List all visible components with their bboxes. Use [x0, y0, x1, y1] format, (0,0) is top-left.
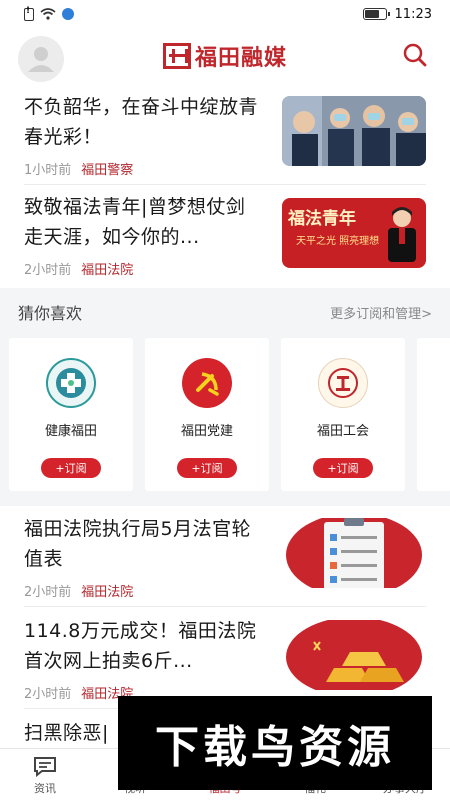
subscription-name: 福田工会 — [316, 424, 369, 439]
logo-mark-icon — [162, 43, 191, 69]
news-title: 不负韶华，在奋斗中绽放青春光彩！ — [24, 96, 259, 148]
news-item[interactable]: 114.8万元成交！福田法院首次网上拍卖6斤... 2小时前 福田法院 — [24, 616, 426, 702]
news-text: 114.8万元成交！福田法院首次网上拍卖6斤... 2小时前 福田法院 — [24, 616, 264, 702]
news-time: 1小时前 — [24, 163, 72, 178]
news-time: 2小时前 — [24, 585, 72, 600]
recommend-section: 猜你喜欢 更多订阅和管理> 健康福田 +订阅 福田党建 +订阅 福田工会 +订阅 — [0, 288, 450, 506]
status-bar: 11:23 — [0, 0, 450, 28]
app-logo: 福田融媒 — [162, 40, 287, 72]
news-meta: 2小时前 福田法院 — [24, 581, 264, 600]
chat-icon — [34, 757, 56, 777]
subscribe-button[interactable]: +订阅 — [313, 458, 373, 478]
divider — [24, 606, 426, 607]
more-subscriptions-link[interactable]: 更多订阅和管理> — [330, 303, 432, 322]
watermark-overlay: 下载鸟资源 — [118, 696, 432, 790]
gold-bars-image — [286, 620, 422, 690]
police-photo-image — [282, 96, 426, 166]
news-text: 不负韶华，在奋斗中绽放青春光彩！ 1小时前 福田警察 — [24, 92, 264, 178]
subscription-name: 健康福田 — [44, 424, 97, 439]
app-header: 福田融媒 — [0, 28, 450, 84]
party-logo-icon — [182, 358, 232, 408]
thumb-heading: 福法青年 — [288, 209, 356, 229]
news-title: 福田法院执行局5月法官轮值表 — [24, 518, 252, 570]
subscription-card[interactable]: 健康福田 +订阅 — [9, 338, 133, 491]
news-time: 2小时前 — [24, 687, 72, 702]
status-icons-left — [24, 6, 74, 21]
subscription-name: 福田党建 — [180, 424, 233, 439]
divider — [24, 184, 426, 185]
news-time: 2小时前 — [24, 263, 72, 278]
news-meta: 2小时前 福田法院 — [24, 259, 264, 278]
news-meta: 1小时前 福田警察 — [24, 159, 264, 178]
news-source: 福田法院 — [81, 263, 134, 278]
subscribe-button[interactable]: +订阅 — [41, 458, 101, 478]
news-source: 福田警察 — [81, 163, 134, 178]
news-item[interactable]: 致敬福法青年|曾梦想仗剑走天涯，如今你的... 2小时前 福田法院 福法青年 天… — [24, 192, 426, 278]
news-thumbnail: 福法青年 天平之光 照亮理想 — [282, 198, 426, 268]
thumb-subheading: 天平之光 照亮理想 — [296, 236, 380, 247]
news-thumbnail — [282, 620, 426, 690]
union-logo-icon — [318, 358, 368, 408]
news-thumbnail — [282, 96, 426, 166]
clock: 11:23 — [394, 6, 432, 22]
news-text: 福田法院执行局5月法官轮值表 2小时前 福田法院 — [24, 514, 264, 600]
nav-item-news[interactable]: 资讯 — [0, 749, 90, 800]
news-title: 114.8万元成交！福田法院首次网上拍卖6斤... — [24, 620, 257, 672]
recommend-header: 猜你喜欢 更多订阅和管理> — [18, 300, 432, 324]
recommend-title: 猜你喜欢 — [18, 304, 83, 323]
user-icon — [28, 47, 54, 72]
checklist-image — [286, 518, 422, 588]
news-item[interactable]: 不负韶华，在奋斗中绽放青春光彩！ 1小时前 福田警察 — [24, 92, 426, 178]
news-text: 致敬福法青年|曾梦想仗剑走天涯，如今你的... 2小时前 福田法院 — [24, 192, 264, 278]
battery-icon — [362, 8, 390, 20]
judge-figure-image — [388, 207, 416, 262]
news-source: 福田法院 — [81, 585, 134, 600]
status-icons-right: 11:23 — [362, 6, 432, 22]
subscription-card[interactable]: 福田工会 +订阅 — [281, 338, 405, 491]
health-logo-icon — [46, 358, 96, 408]
news-thumbnail — [282, 518, 426, 588]
news-title: 致敬福法青年|曾梦想仗剑走天涯，如今你的... — [24, 196, 246, 248]
sim-alert-icon — [24, 6, 34, 21]
globe-icon — [62, 8, 74, 20]
search-icon[interactable] — [402, 42, 428, 68]
wifi-icon — [40, 8, 56, 20]
avatar[interactable] — [18, 36, 64, 82]
subscribe-button[interactable]: +订阅 — [177, 458, 237, 478]
nav-label: 资讯 — [34, 782, 56, 795]
subscription-card[interactable]: 福田党建 +订阅 — [145, 338, 269, 491]
logo-text: 福田融媒 — [194, 46, 287, 71]
news-item[interactable]: 福田法院执行局5月法官轮值表 2小时前 福田法院 — [24, 514, 426, 600]
subscription-card-partial[interactable] — [417, 338, 450, 491]
watermark-text: 下载鸟资源 — [155, 722, 395, 773]
